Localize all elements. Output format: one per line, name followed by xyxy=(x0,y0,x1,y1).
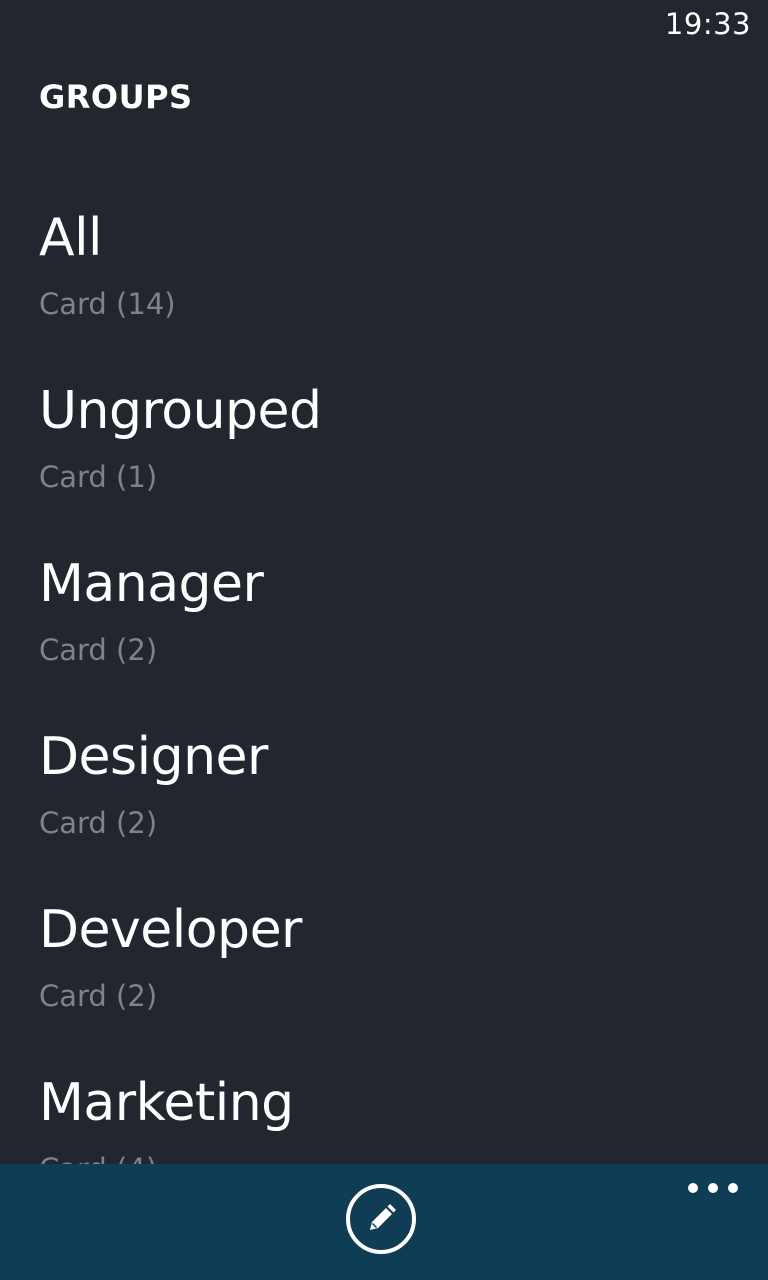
group-item-all[interactable]: All Card (14) xyxy=(0,202,768,375)
app-bar xyxy=(0,1164,768,1280)
status-bar: 19:33 xyxy=(0,0,768,48)
group-name: Designer xyxy=(39,727,268,787)
more-options-button[interactable] xyxy=(688,1176,738,1200)
group-item-marketing[interactable]: Marketing Card (4) xyxy=(0,1067,768,1164)
group-count: Card (4) xyxy=(39,1139,768,1164)
group-name: Developer xyxy=(39,900,302,960)
groups-screen: 19:33 GROUPS All Card (14) Ungrouped Car… xyxy=(0,0,768,1280)
group-item-developer[interactable]: Developer Card (2) xyxy=(0,894,768,1067)
edit-button[interactable] xyxy=(346,1184,416,1254)
group-name: Manager xyxy=(39,554,264,614)
group-item-manager[interactable]: Manager Card (2) xyxy=(0,548,768,721)
group-name: All xyxy=(39,208,102,268)
group-count: Card (2) xyxy=(39,806,158,840)
group-count: Card (2) xyxy=(39,979,158,1013)
group-name: Ungrouped xyxy=(39,381,322,441)
group-count: Card (2) xyxy=(39,633,158,667)
group-list: All Card (14) Ungrouped Card (1) Manager… xyxy=(0,202,768,1164)
group-name: Marketing xyxy=(39,1073,294,1133)
ellipsis-icon xyxy=(708,1183,718,1193)
group-item-designer[interactable]: Designer Card (2) xyxy=(0,721,768,894)
status-time: 19:33 xyxy=(664,7,751,41)
group-count: Card (14) xyxy=(39,287,176,321)
ellipsis-icon xyxy=(728,1183,738,1193)
group-count: Card (1) xyxy=(39,460,158,494)
page-title: GROUPS xyxy=(39,78,193,116)
group-item-ungrouped[interactable]: Ungrouped Card (1) xyxy=(0,375,768,548)
ellipsis-icon xyxy=(688,1183,698,1193)
pencil-edit-icon xyxy=(370,1204,396,1230)
